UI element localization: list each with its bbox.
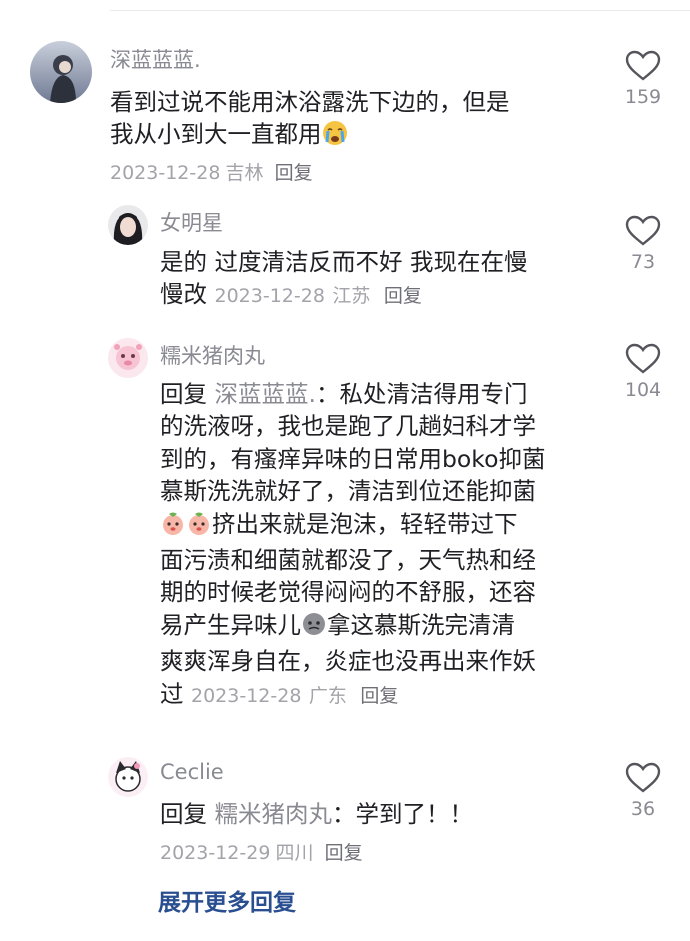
- mention-link[interactable]: 深蓝蓝蓝.: [214, 380, 315, 408]
- text-span: 学到了！！: [355, 800, 473, 828]
- date: 2023-12-28: [214, 285, 325, 308]
- crying-face-icon: [322, 120, 348, 154]
- avatar[interactable]: [108, 757, 148, 797]
- text-line: 我从小到大一直都用: [110, 118, 510, 154]
- avatar[interactable]: [108, 205, 148, 245]
- username[interactable]: Ceclie: [160, 760, 224, 784]
- comment-text: 看到过说不能用沐浴露洗下边的，但是 我从小到大一直都用: [110, 86, 510, 155]
- like-button[interactable]: 159: [613, 50, 673, 108]
- comment-meta: 2023-12-28 吉林 回复: [110, 158, 313, 185]
- text-line: 过 2023-12-28 广东 回复: [160, 678, 545, 712]
- comment-text: 回复 深蓝蓝蓝.：私处清洁得用专门 的洗液呀，我也是跑了几趟妇科才学 到的，有瘙…: [160, 378, 545, 712]
- text-line: 爽爽浑身自在，炎症也没再出来作妖: [160, 647, 536, 676]
- reply-prefix: 回复: [160, 380, 207, 408]
- text-line: 期的时候老觉得闷闷的不舒服，还容: [160, 578, 536, 607]
- text-span: 我从小到大一直都用: [110, 120, 322, 149]
- username[interactable]: 糯米猪肉丸: [160, 340, 265, 370]
- text-span: 挤出来就是泡沫，轻轻带过下: [212, 509, 518, 538]
- like-count: 36: [630, 798, 656, 820]
- peach-face-icon: [186, 510, 212, 544]
- divider: [110, 10, 690, 11]
- text-line: 回复 糯米猪肉丸：学到了！！: [160, 798, 473, 830]
- peach-face-icon: [160, 510, 186, 544]
- text-line: 是的 过度清洁反而不好 我现在在慢: [160, 248, 528, 276]
- comment-meta: 2023-12-29 四川 回复: [160, 838, 363, 865]
- text-span: 拿这慕斯洗完清清: [327, 610, 515, 639]
- comment-text: 回复 糯米猪肉丸：学到了！！: [160, 798, 473, 830]
- colon: ：: [331, 800, 356, 828]
- text-line: 到的，有瘙痒异味的日常用boko抑菌: [160, 444, 546, 473]
- like-count: 159: [624, 86, 662, 108]
- heart-icon: [625, 762, 661, 793]
- text-line: 面污渍和细菌就都没了，天气热和经: [160, 546, 536, 575]
- location: 吉林: [225, 162, 264, 184]
- date: 2023-12-28: [110, 162, 221, 184]
- like-button[interactable]: 104: [613, 343, 673, 401]
- text-line: 易产生异味儿 拿这慕斯洗完清清: [160, 609, 545, 645]
- heart-icon: [625, 343, 661, 374]
- text-line: 慕斯洗洗就好了，清洁到位还能抑菌: [160, 477, 536, 506]
- location: 广东: [308, 684, 347, 707]
- text-line: 看到过说不能用沐浴露洗下边的，但是: [110, 88, 510, 116]
- reply-prefix: 回复: [160, 800, 207, 828]
- heart-icon: [625, 215, 661, 246]
- text-span: 易产生异味儿: [160, 610, 301, 639]
- like-count: 104: [624, 379, 662, 401]
- colon: ：: [315, 380, 340, 408]
- text-line: 挤出来就是泡沫，轻轻带过下: [160, 508, 545, 544]
- like-count: 73: [630, 251, 656, 273]
- expand-more-replies-button[interactable]: 展开更多回复: [158, 883, 296, 917]
- location: 四川: [275, 842, 314, 864]
- text-line: 的洗液呀，我也是跑了几趟妇科才学: [160, 412, 536, 441]
- comment-text: 是的 过度清洁反而不好 我现在在慢 慢改 2023-12-28 江苏 回复: [160, 246, 527, 313]
- text-span: 私处清洁得用专门: [339, 380, 528, 408]
- reply-button[interactable]: 回复: [325, 842, 363, 864]
- reply-button[interactable]: 回复: [360, 685, 398, 707]
- username[interactable]: 女明星: [160, 207, 223, 237]
- avatar[interactable]: [30, 41, 92, 103]
- username[interactable]: 深蓝蓝蓝.: [110, 44, 201, 74]
- reply-button[interactable]: 回复: [384, 285, 422, 307]
- text-span: 慢改: [160, 280, 207, 309]
- text-line: 回复 深蓝蓝蓝.：私处清洁得用专门: [160, 378, 545, 410]
- heart-icon: [625, 50, 661, 81]
- text-span: 过: [160, 679, 184, 708]
- avatar[interactable]: [108, 338, 148, 378]
- location: 江苏: [332, 285, 371, 308]
- reply-button[interactable]: 回复: [275, 162, 313, 184]
- like-button[interactable]: 73: [613, 215, 673, 273]
- date: 2023-12-29: [160, 842, 271, 864]
- mention-link[interactable]: 糯米猪肉丸: [214, 800, 332, 828]
- text-line: 慢改 2023-12-28 江苏 回复: [160, 278, 527, 312]
- grey-face-icon: [301, 611, 327, 645]
- like-button[interactable]: 36: [613, 762, 673, 820]
- date: 2023-12-28: [190, 684, 302, 707]
